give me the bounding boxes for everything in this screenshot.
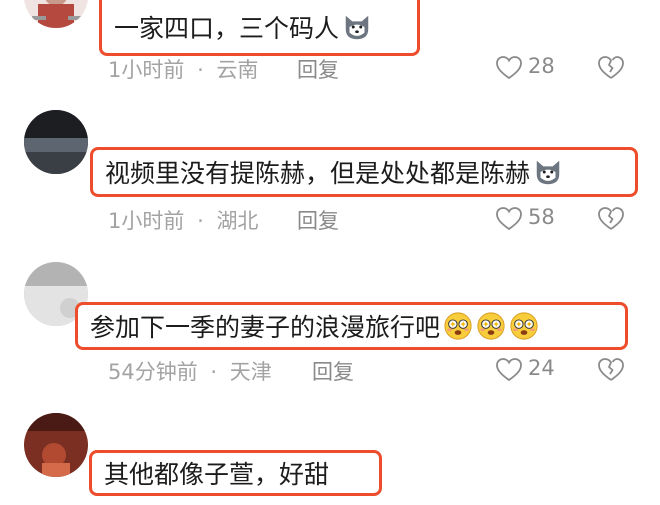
highlighted-comment-text: 视频里没有提陈赫，但是处处都是陈赫 [90, 147, 638, 197]
comment-meta: 1小时前 · 湖北 [108, 205, 258, 235]
comment-text: 其他都像子萱，好甜 [104, 460, 330, 489]
comment-time: 54分钟前 [108, 360, 198, 384]
comment-location: 云南 [216, 58, 259, 82]
meta-separator: · [197, 209, 204, 233]
comment-meta: 1小时前 · 云南 [108, 54, 258, 84]
comment-item: 其他都像子萱，好甜 [0, 413, 660, 505]
avatar[interactable] [24, 413, 88, 477]
comment-time: 1小时前 [108, 209, 185, 233]
husky-emoji [345, 15, 369, 39]
meta-separator: · [197, 58, 204, 82]
husky-emoji [536, 160, 560, 185]
like-icon[interactable] [496, 56, 522, 80]
reply-button[interactable]: 回复 [297, 205, 339, 235]
comment-meta: 54分钟前 · 天津 [108, 356, 272, 386]
like-icon[interactable] [496, 358, 522, 382]
highlighted-comment-text: 参加下一季的妻子的浪漫旅行吧 [75, 302, 628, 350]
dislike-icon[interactable] [598, 207, 624, 231]
like-count: 24 [528, 356, 555, 380]
comment-item: 一家四口，三个码人 1小时前 · 云南 回复 28 [0, 0, 660, 95]
comment-text: 一家四口，三个码人 [114, 13, 340, 43]
meta-separator: · [210, 360, 218, 384]
dislike-icon[interactable] [598, 358, 624, 382]
like-count: 28 [528, 54, 555, 78]
highlighted-comment-text: 其他都像子萱，好甜 [89, 450, 382, 496]
comment-location: 湖北 [216, 209, 259, 233]
highlighted-comment-text: 一家四口，三个码人 [99, 0, 420, 56]
like-count: 58 [528, 205, 555, 229]
comment-location: 天津 [229, 360, 272, 384]
reply-button[interactable]: 回复 [312, 356, 354, 386]
dislike-icon[interactable] [598, 56, 624, 80]
like-icon[interactable] [496, 207, 522, 231]
comment-text: 参加下一季的妻子的浪漫旅行吧 [90, 313, 441, 342]
starry-eyes-emoji [444, 312, 472, 340]
reply-button[interactable]: 回复 [297, 54, 339, 84]
avatar[interactable] [24, 110, 88, 174]
comment-text: 视频里没有提陈赫，但是处处都是陈赫 [105, 159, 531, 188]
starry-eyes-emoji [477, 312, 505, 340]
comment-time: 1小时前 [108, 58, 185, 82]
starry-eyes-emoji [510, 312, 538, 340]
comment-item: 参加下一季的妻子的浪漫旅行吧 54分钟前 · 天津 回复 24 [0, 262, 660, 392]
comment-item: 视频里没有提陈赫，但是处处都是陈赫 1小时前 · 湖北 回复 58 [0, 110, 660, 240]
avatar[interactable] [24, 0, 88, 28]
